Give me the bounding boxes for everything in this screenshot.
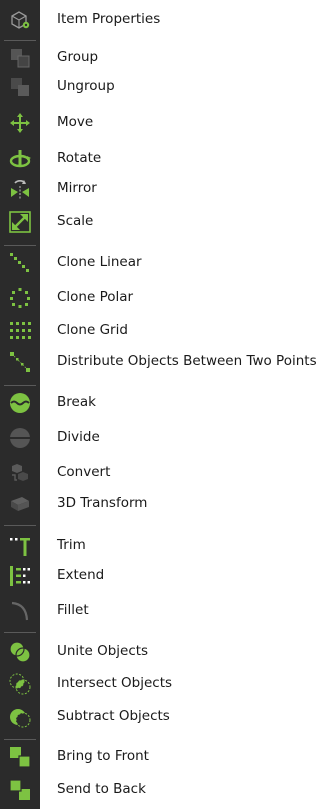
menu-separator	[4, 739, 36, 740]
menu-item-extend[interactable]: Extend	[0, 561, 311, 591]
ungroup-icon	[8, 75, 32, 99]
menu-item-subtract-objects[interactable]: Subtract Objects	[0, 702, 311, 732]
convert-icon	[8, 461, 32, 485]
menu-item-group[interactable]: Group	[0, 43, 311, 73]
menu-item-fillet[interactable]: Fillet	[0, 596, 311, 626]
item-properties-icon	[8, 8, 32, 32]
menu-item-divide[interactable]: Divide	[0, 423, 311, 453]
rotate-icon	[8, 147, 32, 171]
menu-item-label: Break	[57, 394, 96, 410]
menu-item-send-to-back[interactable]: Send to Back	[0, 775, 311, 805]
3d-transform-icon	[8, 492, 32, 516]
menu-item-label: Clone Grid	[57, 322, 128, 338]
scale-icon	[8, 210, 32, 234]
clone-grid-icon	[8, 319, 32, 343]
fillet-icon	[8, 599, 32, 623]
menu-item-label: Convert	[57, 464, 111, 480]
menu-item-label: Distribute Objects Between Two Points	[57, 353, 317, 369]
menu-item-trim[interactable]: Trim	[0, 531, 311, 561]
group-icon	[8, 46, 32, 70]
subtract-objects-icon	[8, 705, 32, 729]
menu-item-break[interactable]: Break	[0, 388, 311, 418]
menu-item-label: Clone Linear	[57, 254, 142, 270]
distribute-objects-icon	[8, 350, 32, 374]
menu-separator	[4, 245, 36, 246]
menu-item-label: Move	[57, 114, 94, 130]
menu-separator	[4, 40, 36, 41]
move-icon	[8, 111, 32, 135]
menu-item-label: Fillet	[57, 602, 89, 618]
menu-item-label: Clone Polar	[57, 289, 134, 305]
divide-icon	[8, 426, 32, 450]
menu-item-label: Scale	[57, 213, 94, 229]
menu-separator	[4, 525, 36, 526]
menu-separator	[4, 385, 36, 386]
menu-item-unite-objects[interactable]: Unite Objects	[0, 637, 311, 667]
menu-item-convert[interactable]: Convert	[0, 458, 311, 488]
menu-item-label: Unite Objects	[57, 643, 149, 659]
menu-separator	[4, 632, 36, 633]
extend-icon	[8, 564, 32, 588]
unite-objects-icon	[8, 640, 32, 664]
menu-item-label: Trim	[57, 537, 86, 553]
trim-icon	[8, 534, 32, 558]
menu-item-intersect-objects[interactable]: Intersect Objects	[0, 669, 311, 699]
menu-item-item-properties[interactable]: Item Properties	[0, 5, 311, 35]
menu-item-clone-grid[interactable]: Clone Grid	[0, 316, 311, 346]
bring-to-front-icon	[8, 745, 32, 769]
menu-item-label: Extend	[57, 567, 105, 583]
menu-item-label: Item Properties	[57, 11, 161, 27]
menu-item-mirror[interactable]: Mirror	[0, 174, 311, 204]
menu-item-ungroup[interactable]: Ungroup	[0, 72, 311, 102]
send-to-back-icon	[8, 778, 32, 802]
menu-item-rotate[interactable]: Rotate	[0, 144, 311, 174]
menu-item-label: 3D Transform	[57, 495, 148, 511]
menu-item-3d-transform[interactable]: 3D Transform	[0, 489, 311, 519]
clone-polar-icon	[8, 286, 32, 310]
menu-item-scale[interactable]: Scale	[0, 207, 311, 237]
clone-linear-icon	[8, 251, 32, 275]
break-icon	[8, 391, 32, 415]
menu-item-bring-to-front[interactable]: Bring to Front	[0, 742, 311, 772]
menu-item-label: Ungroup	[57, 78, 115, 94]
menu-item-label: Mirror	[57, 180, 97, 196]
menu-item-label: Send to Back	[57, 781, 146, 797]
menu-item-move[interactable]: Move	[0, 108, 311, 138]
menu-item-distribute-objects[interactable]: Distribute Objects Between Two Points	[0, 347, 317, 377]
intersect-objects-icon	[8, 672, 32, 696]
menu-item-clone-polar[interactable]: Clone Polar	[0, 283, 311, 313]
menu-item-label: Rotate	[57, 150, 102, 166]
menu-item-label: Intersect Objects	[57, 675, 173, 691]
menu-item-label: Subtract Objects	[57, 708, 170, 724]
menu-item-label: Divide	[57, 429, 100, 445]
menu-item-label: Group	[57, 49, 99, 65]
menu-item-clone-linear[interactable]: Clone Linear	[0, 248, 311, 278]
menu-item-label: Bring to Front	[57, 748, 149, 764]
mirror-icon	[8, 177, 32, 201]
